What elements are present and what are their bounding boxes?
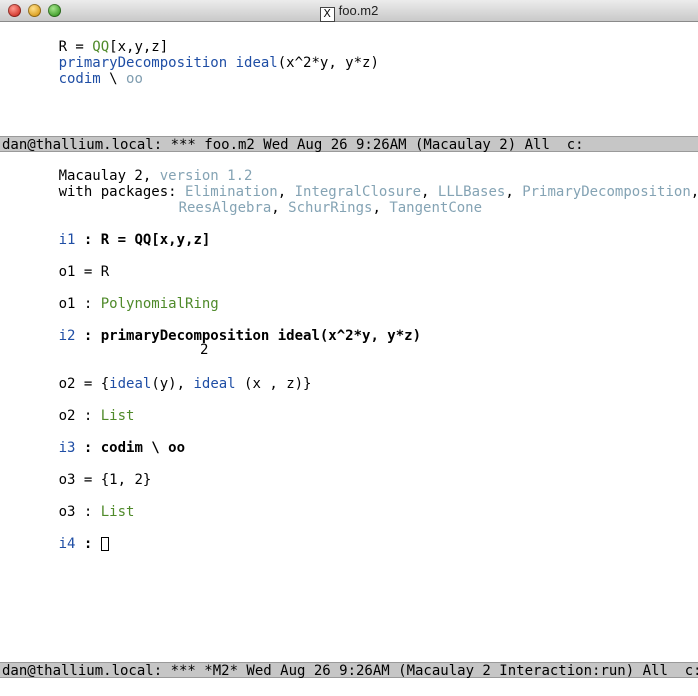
output-type-o3: o3 : List [8,488,135,520]
input-label: i3 [58,440,76,456]
output-type-o2: o2 : List [8,392,135,424]
input-text: R = QQ[x,y,z] [100,232,211,248]
package-link[interactable]: ReesAlgebra [179,200,272,216]
input-line-i1[interactable]: i1 : R = QQ[x,y,z] [8,216,211,248]
output-function[interactable]: ideal [109,376,151,392]
output-line-o2: o2 = {ideal(y), ideal (x , z)} [8,360,312,392]
input-line-i4[interactable]: i4 : [8,520,109,552]
output-text: (x , z)} [235,376,312,392]
editor-line-2[interactable]: primaryDecomposition ideal(x^2*y, y*z) [8,39,379,71]
prompt-separator: : [75,296,101,312]
code-function: codim [58,71,101,87]
package-link[interactable]: PrimaryDecomposition [522,184,691,200]
package-link[interactable]: TangentCone [389,200,482,216]
input-label: i1 [58,232,76,248]
exponent: 2 [200,342,209,358]
code-variable: oo [126,71,143,87]
output-label: o3 [58,472,76,488]
output-text: = {1, 2} [75,472,152,488]
modeline-bottom: dan@thallium.local: *** *M2* Wed Aug 26 … [0,662,698,679]
window-title-text: foo.m2 [338,3,379,18]
output-label: o1 [58,296,76,312]
separator: , [691,184,698,200]
title-bar: Xfoo.m2 [0,0,698,22]
output-type-link[interactable]: List [101,504,135,520]
emacs-window: Xfoo.m2 R = QQ[x,y,z] primaryDecompositi… [0,0,698,696]
separator: , [505,184,523,200]
output-line-o1: o1 = R [8,248,110,280]
output-label: o1 [58,264,76,280]
output-text: (y), [151,376,194,392]
separator: , [372,200,390,216]
output-label: o2 [58,408,76,424]
separator: , [271,200,289,216]
banner-line-2: with packages: Elimination, IntegralClos… [8,168,698,200]
output-type-o1: o1 : PolynomialRing [8,280,219,312]
prompt-separator: : [75,504,101,520]
banner-line-1: Macaulay 2, version 1.2 [8,152,253,184]
output-text: = { [75,376,110,392]
editor-line-1[interactable]: R = QQ[x,y,z] [8,23,169,55]
x11-icon: X [319,7,335,22]
package-link[interactable]: SchurRings [288,200,372,216]
text-cursor[interactable] [100,537,109,551]
editor-line-3[interactable]: codim \ oo [8,55,143,87]
input-text: primaryDecomposition ideal(x^2*y, y*z) [100,328,422,344]
input-line-i3[interactable]: i3 : codim \ oo [8,424,185,456]
interaction-pane[interactable]: Macaulay 2, version 1.2 with packages: E… [8,152,698,660]
prompt-separator: : [75,536,101,552]
code-text: \ [100,71,127,87]
input-label: i2 [58,328,76,344]
banner-line-3: ReesAlgebra, SchurRings, TangentCone [128,184,482,216]
input-text: codim \ oo [100,440,186,456]
output-type-link[interactable]: List [101,408,135,424]
prompt-separator: : [75,440,101,456]
code-text: (x^2*y, y*z) [277,55,379,71]
editor-pane[interactable]: R = QQ[x,y,z] primaryDecomposition ideal… [8,23,692,136]
output-function[interactable]: ideal [193,376,235,392]
input-label: i4 [58,536,76,552]
input-line-i2[interactable]: i2 : primaryDecomposition ideal(x^2*y, y… [8,312,421,344]
prompt-separator: : [75,328,101,344]
output-label: o2 [58,376,76,392]
window-title: Xfoo.m2 [0,3,698,22]
prompt-separator: : [75,408,101,424]
output-type-link[interactable]: PolynomialRing [101,296,219,312]
minibuffer[interactable] [0,678,698,696]
code-function: ideal [235,55,278,71]
output-line-o3: o3 = {1, 2} [8,456,152,488]
modeline-top: dan@thallium.local: *** foo.m2 Wed Aug 2… [0,136,698,153]
output-label: o3 [58,504,76,520]
prompt-separator: : [75,232,101,248]
output-text: = R [75,264,110,280]
